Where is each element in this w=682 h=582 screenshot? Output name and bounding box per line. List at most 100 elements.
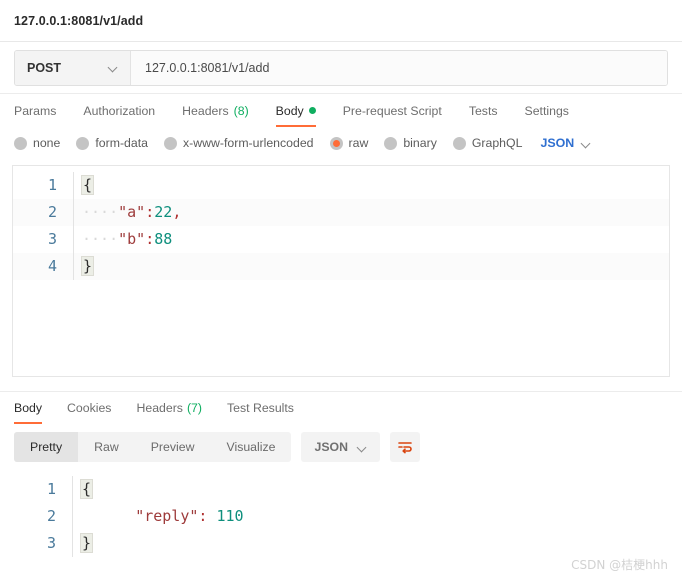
body-type-x-www-form-urlencoded[interactable]: x-www-form-urlencoded (163, 136, 314, 150)
watermark: CSDN @桔梗hhh (571, 558, 668, 572)
response-tab-cookies-label: Cookies (67, 401, 112, 415)
code-line: 4 } (13, 253, 669, 280)
body-type-graphql[interactable]: GraphQL (452, 136, 523, 150)
body-type-raw[interactable]: raw (329, 136, 369, 150)
view-mode-preview[interactable]: Preview (135, 432, 211, 462)
view-mode-raw[interactable]: Raw (78, 432, 135, 462)
response-tab-body[interactable]: Body (14, 392, 43, 424)
json-colon: : (145, 203, 155, 221)
tab-headers-label: Headers (182, 103, 229, 118)
body-modified-dot-icon (308, 107, 316, 114)
tab-body[interactable]: Body (275, 94, 330, 127)
json-comma: , (172, 203, 182, 221)
radio-icon (76, 136, 90, 150)
code-line: 1 { (13, 172, 669, 199)
tab-body-label: Body (275, 103, 304, 118)
wrap-lines-button[interactable] (389, 432, 420, 462)
view-mode-visualize-label: Visualize (226, 440, 276, 454)
tab-params-label: Params (14, 103, 57, 118)
http-method-label: POST (27, 60, 62, 75)
tab-authorization-label: Authorization (83, 103, 156, 118)
tab-tests-label: Tests (468, 103, 498, 118)
tab-authorization[interactable]: Authorization (83, 94, 169, 127)
tab-params[interactable]: Params (14, 94, 70, 127)
line-number: 1 (46, 480, 56, 498)
response-tab-headers-label: Headers (136, 401, 183, 415)
json-colon: : (145, 230, 155, 248)
body-type-form-data[interactable]: form-data (76, 136, 148, 150)
indent-guide (81, 507, 135, 525)
json-key: "a" (118, 203, 146, 221)
radio-icon (452, 136, 466, 150)
request-format-label: JSON (540, 136, 575, 150)
response-tab-headers-count: (7) (186, 401, 202, 415)
url-row: POST 127.0.0.1:8081/v1/add (0, 42, 682, 94)
radio-selected-icon (329, 136, 343, 150)
tab-settings[interactable]: Settings (525, 94, 583, 127)
code-content: ····"b":88 (74, 226, 172, 253)
body-type-none-label: none (33, 136, 61, 150)
line-number: 2 (46, 507, 56, 525)
response-code-area: 1 { 2 "reply": 110 3 } (12, 470, 670, 557)
json-value: 22 (154, 203, 173, 221)
line-number: 3 (46, 534, 56, 552)
code-content: "reply": 110 (73, 503, 244, 530)
body-type-x-www-form-urlencoded-label: x-www-form-urlencoded (182, 136, 314, 150)
chevron-down-icon (109, 63, 118, 72)
line-number: 1 (47, 176, 57, 194)
body-type-none[interactable]: none (14, 136, 60, 150)
code-line: 2 ····"a":22, (13, 199, 669, 226)
response-format-select[interactable]: JSON (301, 432, 380, 462)
tab-headers-count: (8) (233, 103, 249, 118)
chevron-down-icon (582, 139, 591, 148)
code-line: 3 ····"b":88 (13, 226, 669, 253)
response-format-label: JSON (314, 440, 348, 454)
tab-headers[interactable]: Headers (8) (182, 94, 263, 127)
request-tab-title: 127.0.0.1:8081/v1/add (14, 13, 144, 28)
body-type-raw-label: raw (348, 136, 369, 150)
body-type-radio-group: none form-data x-www-form-urlencoded raw… (0, 127, 682, 159)
response-body-viewer[interactable]: 1 { 2 "reply": 110 3 } (12, 470, 670, 562)
code-content: { (74, 172, 95, 199)
wrap-lines-icon (398, 442, 412, 454)
code-line: 3 } (12, 530, 670, 557)
radio-icon (384, 136, 398, 150)
close-brace: } (80, 256, 95, 276)
response-tab-cookies[interactable]: Cookies (67, 392, 111, 424)
line-number: 3 (47, 230, 57, 248)
json-value: 88 (154, 230, 173, 248)
line-number: 2 (47, 203, 57, 221)
indent-guide: ···· (82, 230, 119, 248)
request-tabs: Params Authorization Headers (8) Body Pr… (0, 94, 682, 127)
body-type-binary-label: binary (403, 136, 437, 150)
line-number: 4 (47, 257, 57, 275)
response-tab-test-results-label: Test Results (226, 401, 294, 415)
response-toolbar: Pretty Raw Preview Visualize JSON (0, 424, 682, 468)
http-method-select[interactable]: POST (15, 50, 131, 85)
view-mode-visualize[interactable]: Visualize (210, 432, 291, 462)
request-body-editor[interactable]: 1 { 2 ····"a":22, 3 ····"b":88 4 } (12, 165, 670, 377)
code-content: ····"a":22, (74, 199, 181, 226)
postman-window: 127.0.0.1:8081/v1/add POST 127.0.0.1:808… (0, 0, 682, 582)
request-code-area: 1 { 2 ····"a":22, 3 ····"b":88 4 } (13, 166, 669, 280)
url-input[interactable]: 127.0.0.1:8081/v1/add (131, 50, 667, 85)
code-content: } (73, 530, 94, 557)
body-type-graphql-label: GraphQL (471, 136, 523, 150)
titlebar: 127.0.0.1:8081/v1/add (0, 0, 682, 42)
response-tab-test-results[interactable]: Test Results (227, 392, 294, 424)
body-type-binary[interactable]: binary (384, 136, 437, 150)
radio-icon (14, 136, 27, 150)
chevron-down-icon (358, 443, 367, 452)
request-format-select[interactable]: JSON (540, 136, 591, 150)
view-mode-pretty-label: Pretty (30, 440, 63, 454)
tab-tests[interactable]: Tests (469, 94, 512, 127)
json-key: "reply" (135, 507, 199, 525)
tab-pre-request-script[interactable]: Pre-request Script (343, 94, 456, 127)
view-mode-pretty[interactable]: Pretty (14, 432, 79, 462)
json-value: 110 (207, 507, 244, 525)
tab-settings-label: Settings (524, 103, 569, 118)
code-content: { (73, 476, 94, 503)
view-mode-raw-label: Raw (94, 440, 119, 454)
response-tab-headers[interactable]: Headers (7) (136, 392, 202, 424)
radio-icon (163, 136, 177, 150)
